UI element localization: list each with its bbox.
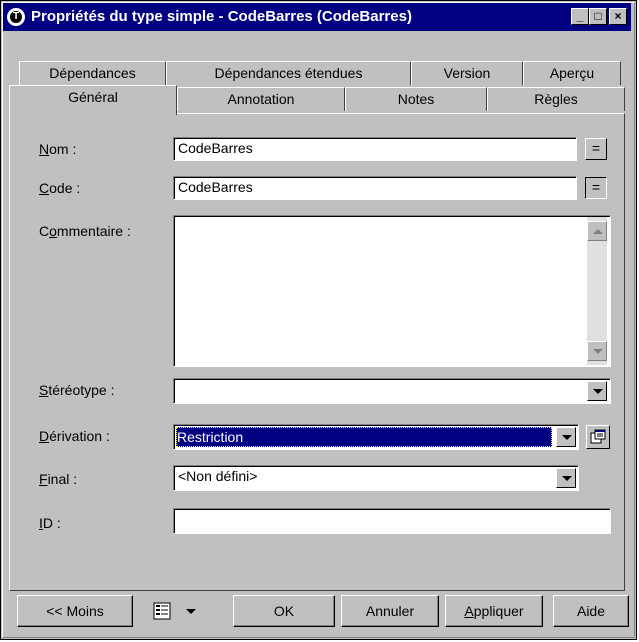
derivation-dropdown-icon[interactable] (556, 427, 576, 447)
scroll-up-arrow-icon[interactable] (587, 221, 607, 241)
tab-general[interactable]: Général (9, 85, 177, 115)
id-input[interactable] (173, 508, 611, 534)
code-input[interactable]: CodeBarres (173, 176, 577, 200)
tab-notes[interactable]: Notes (345, 87, 487, 111)
derivation-properties-button[interactable] (586, 425, 610, 449)
tab-regles[interactable]: Règles (487, 87, 625, 111)
commentaire-label: Commentaire : (39, 223, 131, 239)
stereotype-dropdown-icon[interactable] (587, 381, 607, 401)
code-sync-button[interactable]: = (585, 177, 607, 199)
aide-button[interactable]: Aide (553, 595, 629, 627)
tab-dependances[interactable]: Dépendances (19, 61, 166, 85)
moins-button[interactable]: << Moins (17, 595, 133, 627)
maximize-button[interactable]: □ (589, 8, 607, 25)
stereotype-label: Stéréotype : (39, 382, 115, 398)
nom-input[interactable]: CodeBarres (173, 137, 577, 161)
app-icon: T (7, 8, 25, 26)
id-label: ID : (39, 515, 61, 531)
tab-version[interactable]: Version (411, 61, 523, 85)
derivation-selected-value: Restriction (176, 427, 552, 447)
properties-icon (590, 429, 606, 444)
ok-button[interactable]: OK (233, 595, 335, 627)
nom-edit-button[interactable]: = (585, 138, 607, 160)
annuler-button[interactable]: Annuler (341, 595, 439, 627)
tab-annotation[interactable]: Annotation (177, 87, 345, 111)
view-options-button[interactable] (143, 595, 213, 627)
derivation-label: Dérivation : (39, 428, 110, 444)
appliquer-button[interactable]: Appliquer (445, 595, 543, 627)
minimize-button[interactable]: _ (571, 8, 589, 25)
nom-label: Nom : (39, 141, 77, 157)
final-label: Final : (39, 471, 78, 487)
title-bar[interactable]: T Propriétés du type simple - CodeBarres… (3, 3, 631, 31)
final-dropdown-icon[interactable] (556, 468, 576, 488)
window-title: Propriétés du type simple - CodeBarres (… (31, 8, 412, 25)
commentaire-scrollbar[interactable] (587, 217, 607, 365)
stereotype-combobox[interactable] (173, 378, 611, 404)
code-label: Code : (39, 180, 81, 196)
close-button[interactable]: × (609, 8, 627, 25)
commentaire-textarea[interactable] (173, 215, 611, 367)
tab-dependances-etendues[interactable]: Dépendances étendues (166, 61, 411, 85)
final-combobox[interactable]: <Non défini> (173, 465, 579, 491)
scroll-down-arrow-icon[interactable] (587, 341, 607, 361)
derivation-combobox[interactable]: Restriction (173, 424, 579, 450)
list-view-icon (153, 602, 196, 620)
tab-apercu[interactable]: Aperçu (523, 61, 621, 85)
properties-dialog: T Propriétés du type simple - CodeBarres… (0, 0, 637, 640)
